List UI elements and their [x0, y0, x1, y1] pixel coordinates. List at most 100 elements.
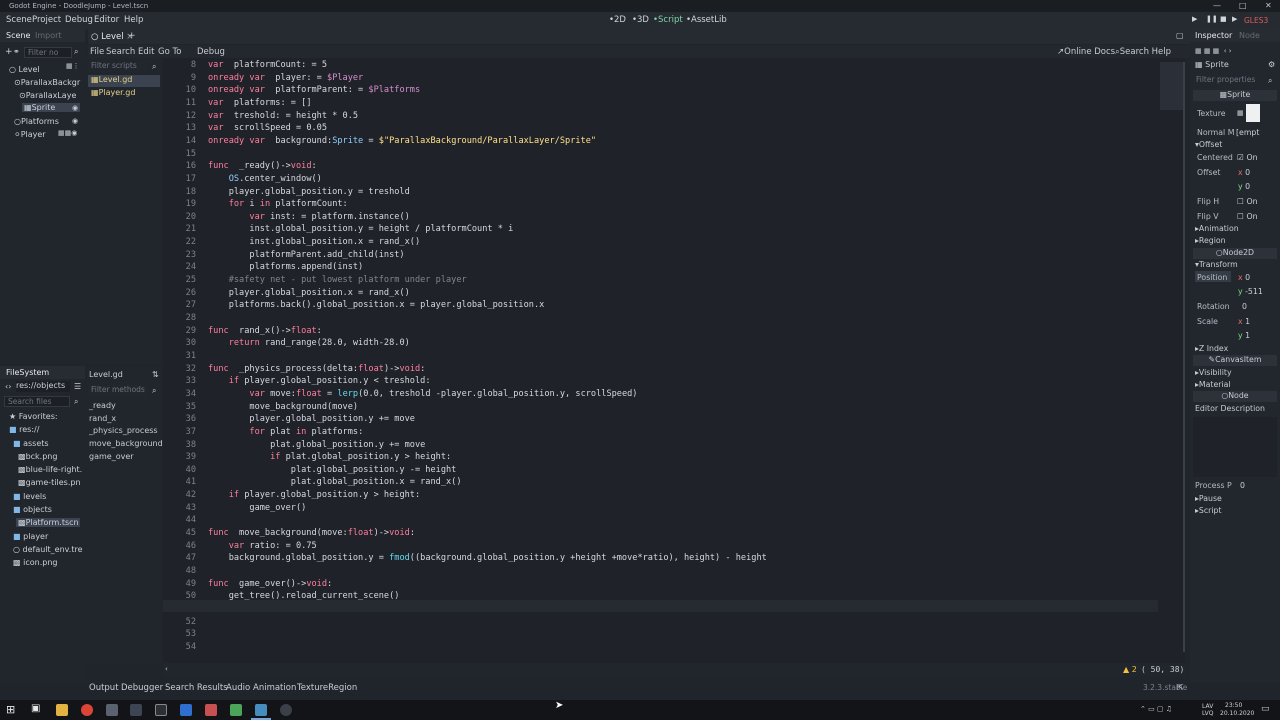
fs-favorites[interactable]: ★ Favorites: — [9, 412, 58, 421]
code-line[interactable]: move_background(move) — [208, 402, 358, 412]
code-line[interactable]: #safety net - put lowest platform under … — [208, 275, 467, 285]
notifications-icon[interactable]: ▭ — [1261, 704, 1270, 714]
fs-folder-objects[interactable]: ■ objects — [13, 505, 52, 514]
link-icon[interactable]: ⚭ — [13, 47, 20, 56]
script-menu-goto[interactable]: Go To — [158, 47, 181, 57]
code-line[interactable]: var inst: = platform.instance() — [208, 212, 409, 222]
fs-file-blue-life[interactable]: ▩blue-life-right. — [18, 465, 82, 474]
section-material[interactable]: ▸Material — [1195, 380, 1231, 389]
section-region[interactable]: ▸Region — [1195, 236, 1226, 245]
stop-icon[interactable]: ■ — [1220, 15, 1227, 23]
code-line[interactable]: onready var background:Sprite = $"Parall… — [208, 136, 596, 146]
code-line[interactable]: platforms.append(inst) — [208, 262, 363, 272]
section-offset[interactable]: ▾Offset — [1195, 140, 1222, 149]
fs-file-platform-tscn[interactable]: ▩Platform.tscn — [16, 518, 80, 527]
language-indicator[interactable]: LAV LVQ — [1202, 703, 1214, 717]
clock-date[interactable]: 20.10.2020 — [1220, 710, 1254, 717]
method-item[interactable]: _ready — [89, 401, 116, 410]
tab-texture-region[interactable]: TextureRegion — [297, 683, 357, 693]
code-line[interactable]: OS.center_window() — [208, 174, 322, 184]
code-line[interactable]: game_over() — [208, 503, 306, 513]
tab-audio[interactable]: Audio — [226, 683, 250, 693]
app-icon[interactable] — [230, 704, 242, 716]
code-line[interactable]: if player.global_position.y > height: — [208, 490, 420, 500]
code-line[interactable]: onready var player: = $Player — [208, 73, 363, 83]
tree-node-level[interactable]: ○ Level — [9, 65, 40, 74]
script-item-level[interactable]: ▦Level.gd — [88, 75, 160, 87]
fs-file-default-env[interactable]: ○ default_env.tre — [13, 545, 83, 554]
fs-file-bck[interactable]: ▩bck.png — [18, 452, 57, 461]
clock-time[interactable]: 23:50 — [1225, 702, 1242, 709]
script-icon[interactable]: ▦⋮ — [66, 62, 80, 70]
visibility-icon[interactable]: ◉ — [72, 104, 78, 112]
code-line[interactable]: plat.global_position.y += move — [208, 440, 425, 450]
position-y-field[interactable]: y -511 — [1238, 287, 1263, 296]
fs-res-root[interactable]: ■ res:// — [9, 425, 39, 434]
code-line[interactable]: var scrollSpeed = 0.05 — [208, 123, 327, 133]
script-menu-debug[interactable]: Debug — [197, 47, 225, 57]
tools-icon[interactable]: ⚙ — [1268, 60, 1275, 69]
code-line[interactable]: if plat.global_position.y > height: — [208, 452, 451, 462]
code-line[interactable]: for plat in platforms: — [208, 427, 363, 437]
code-line[interactable]: var ratio: = 0.75 — [208, 541, 317, 551]
tab-output[interactable]: Output — [89, 683, 119, 693]
code-line[interactable]: for i in platformCount: — [208, 199, 348, 209]
editor-description-textbox[interactable] — [1193, 417, 1277, 477]
tab-search-results[interactable]: Search Results — [165, 683, 228, 693]
code-line[interactable]: func game_over()->void: — [208, 579, 332, 589]
texture-clear-icon[interactable]: ▦ — [1237, 109, 1244, 117]
editor-scrollbar[interactable] — [1183, 62, 1185, 652]
app-icon[interactable] — [155, 704, 167, 716]
texture-preview[interactable] — [1246, 104, 1260, 122]
code-line[interactable]: return rand_range(28.0, width-28.0) — [208, 338, 410, 348]
maximize-icon[interactable]: □ — [1239, 1, 1247, 10]
section-visibility[interactable]: ▸Visibility — [1195, 368, 1232, 377]
code-line[interactable]: var platformCount: = 5 — [208, 60, 327, 70]
tab-debugger[interactable]: Debugger — [121, 683, 163, 693]
script-menu-search[interactable]: Search — [106, 47, 135, 57]
tab-scene[interactable]: Scene — [6, 31, 30, 40]
godot-icon[interactable] — [255, 704, 267, 716]
fullscreen-icon[interactable]: ▢ — [1176, 31, 1184, 40]
pause-icon[interactable]: ❚❚ — [1206, 15, 1218, 23]
app-icon[interactable] — [205, 704, 217, 716]
scale-y-field[interactable]: y 1 — [1238, 331, 1250, 340]
code-line[interactable]: func move_background(move:float)->void: — [208, 528, 415, 538]
online-docs-button[interactable]: ↗Online Docs — [1057, 47, 1115, 57]
fs-folder-assets[interactable]: ■ assets — [13, 439, 49, 448]
flip-v-checkbox[interactable]: ☐ On — [1237, 212, 1258, 221]
code-line[interactable]: plat.global_position.y -= height — [208, 465, 457, 475]
add-node-icon[interactable]: + — [5, 47, 13, 57]
visibility-icon[interactable]: ◉ — [72, 117, 78, 125]
app-icon[interactable] — [106, 704, 118, 716]
code-line[interactable]: player.global_position.x = rand_x() — [208, 288, 410, 298]
filesystem-path-field[interactable]: res://objects — [16, 381, 70, 392]
code-line[interactable]: player.global_position.y = treshold — [208, 187, 410, 197]
file-explorer-icon[interactable] — [56, 704, 68, 716]
method-item[interactable]: _physics_process — [89, 426, 158, 435]
search-files-input[interactable]: Search files — [4, 396, 70, 407]
sort-icon[interactable]: ⇅ — [152, 370, 159, 379]
search-help-button[interactable]: ⌕Search Help — [1115, 47, 1171, 57]
mode-assetlib-button[interactable]: •AssetLib — [686, 15, 727, 25]
offset-x-field[interactable]: x 0 — [1238, 168, 1250, 177]
section-transform[interactable]: ▾Transform — [1195, 260, 1238, 269]
filter-properties-input[interactable]: Filter properties — [1193, 75, 1265, 86]
tab-node[interactable]: Node — [1239, 31, 1260, 40]
rotation-field[interactable]: 0 — [1242, 302, 1247, 311]
fs-file-game-tiles[interactable]: ▩game-tiles.pn — [18, 478, 81, 487]
section-animation[interactable]: ▸Animation — [1195, 224, 1239, 233]
script-menu-file[interactable]: File — [90, 47, 104, 57]
chrome-icon[interactable] — [81, 704, 93, 716]
normal-map-value[interactable]: [empt — [1236, 128, 1259, 137]
expand-panel-icon[interactable]: ⇱ — [1177, 683, 1184, 692]
code-line[interactable]: inst.global_position.y = height / platfo… — [208, 224, 513, 234]
scroll-left-icon[interactable]: ‹ — [165, 665, 168, 673]
system-tray-icons[interactable]: ⌃ ▭ ▢ ♫ — [1140, 705, 1172, 713]
object-selector[interactable]: ▦ Sprite — [1195, 60, 1229, 69]
tab-inspector[interactable]: Inspector — [1195, 31, 1232, 40]
menu-debug[interactable]: Debug — [65, 15, 93, 25]
section-pause[interactable]: ▸Pause — [1195, 494, 1222, 503]
code-line[interactable]: func _ready()->void: — [208, 161, 317, 171]
filter-methods-input[interactable]: Filter methods — [88, 385, 148, 396]
